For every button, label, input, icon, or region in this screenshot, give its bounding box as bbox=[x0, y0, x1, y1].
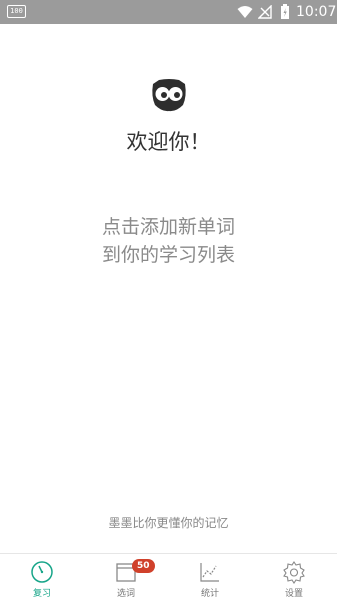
review-icon bbox=[31, 561, 53, 583]
status-time: 10:07 bbox=[296, 4, 337, 20]
tab-statistics[interactable]: 统计 bbox=[168, 554, 252, 600]
wifi-icon bbox=[237, 6, 253, 18]
tab-select-words[interactable]: 50 选词 bbox=[84, 554, 168, 600]
owl-logo-icon bbox=[152, 79, 186, 112]
tab-settings[interactable]: 设置 bbox=[252, 554, 336, 600]
slogan: 墨墨比你更懂你的记忆 bbox=[108, 516, 229, 530]
tab-review[interactable]: 复习 bbox=[0, 554, 84, 600]
tab-select-words-label: 选词 bbox=[116, 589, 135, 599]
tab-review-label: 复习 bbox=[32, 589, 51, 599]
signal-icon bbox=[258, 5, 272, 19]
welcome-title: 欢迎你！ bbox=[126, 130, 211, 154]
bottom-tab-bar: 复习 50 选词 统计 设置 bbox=[0, 553, 337, 600]
tab-statistics-label: 统计 bbox=[200, 589, 219, 599]
tab-settings-label: 设置 bbox=[284, 589, 303, 599]
statistics-icon bbox=[200, 563, 219, 582]
hint-line-2: 到你的学习列表 bbox=[101, 244, 235, 266]
add-word-hint[interactable]: 点击添加新单词 到你的学习列表 bbox=[0, 213, 337, 269]
status-bar: 100 10:07 bbox=[0, 0, 337, 24]
notification-icon: 100 bbox=[7, 5, 26, 18]
new-words-badge: 50 bbox=[132, 559, 155, 573]
hint-line-1: 点击添加新单词 bbox=[101, 216, 235, 238]
battery-icon bbox=[281, 4, 289, 19]
settings-icon bbox=[283, 561, 305, 584]
